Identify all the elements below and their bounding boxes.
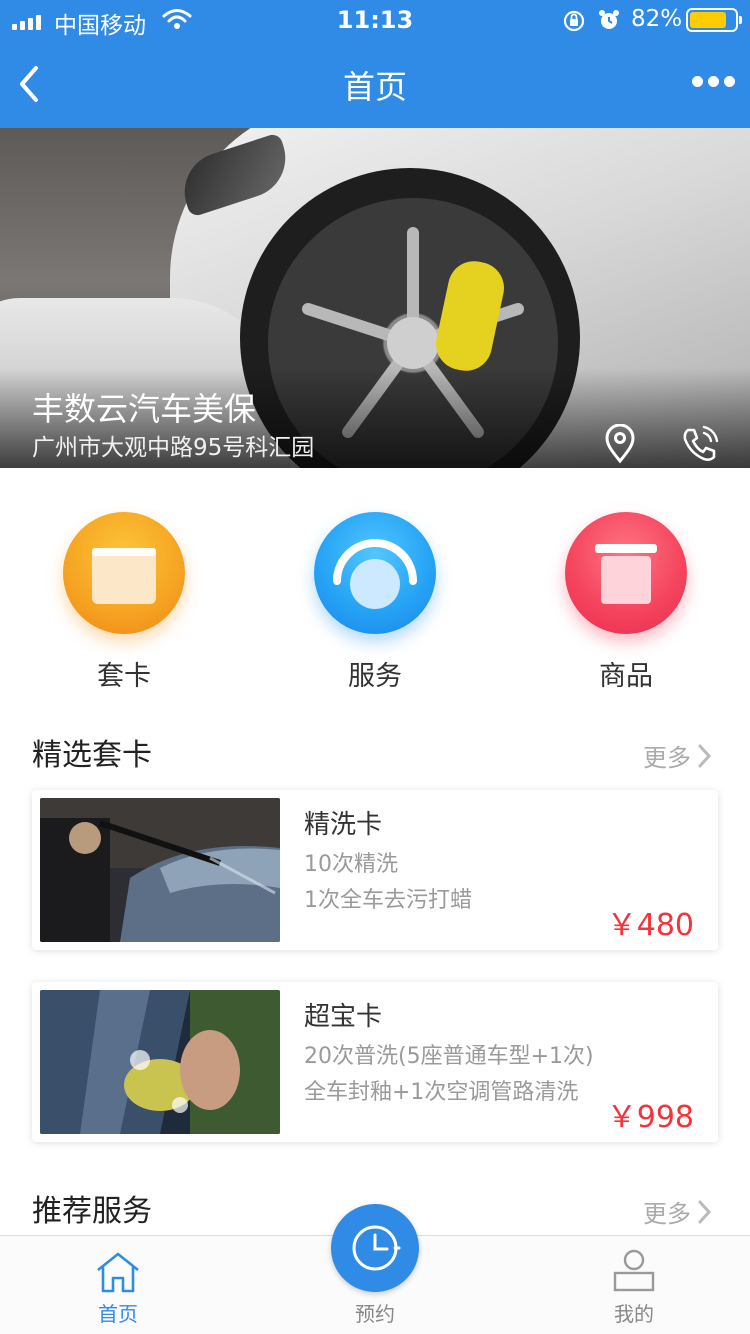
more-label: 更多 [643,1200,691,1228]
package-card[interactable]: 精洗卡 10次精洗 1次全车去污打蜡 ￥480 [32,790,718,950]
service-gauge-icon [314,512,436,634]
tab-label: 预约 [355,1302,395,1326]
location-pin-icon[interactable] [600,424,640,464]
tab-mine[interactable]: 我的 [574,1236,694,1334]
card-detail-2: 全车封釉+1次空调管路清洗 [304,1080,579,1105]
home-icon [97,1252,139,1293]
package-card[interactable]: 超宝卡 20次普洗(5座普通车型+1次) 全车封釉+1次空调管路清洗 ￥998 [32,982,718,1142]
more-button[interactable] [692,76,735,87]
status-bar: 中国移动 11:13 82% [0,0,750,40]
battery-percent: 82% [631,6,683,32]
more-dots-icon [692,76,703,87]
more-label: 更多 [643,744,691,772]
alarm-icon [599,10,619,29]
car-sponge-photo [40,990,280,1134]
user-icon [613,1249,655,1292]
nav-bar: 首页 [0,40,750,128]
featured-more-link[interactable]: 更多 [643,738,713,773]
battery-icon [686,8,742,32]
shop-address: 广州市大观中路95号科汇园 [32,435,315,461]
rotation-lock-icon [563,10,585,32]
section-title-recommended: 推荐服务 [32,1194,152,1229]
shop-name: 丰数云汽车美保 [32,390,257,428]
tab-home[interactable]: 首页 [58,1236,178,1334]
category-cards[interactable]: 套卡 [60,512,188,693]
page-title: 首页 [342,68,407,106]
trash-box-icon [565,512,687,634]
chevron-right-icon [698,1200,712,1223]
clock-icon [352,1225,401,1271]
card-name: 精洗卡 [304,810,383,840]
car-wash-photo [40,798,280,942]
tab-label: 首页 [98,1302,138,1326]
booking-fab[interactable] [331,1204,419,1292]
card-name: 超宝卡 [304,1002,383,1032]
card-price: ￥480 [606,908,694,943]
card-icon [63,512,185,634]
card-detail-1: 20次普洗(5座普通车型+1次) [304,1044,594,1069]
header: 中国移动 11:13 82% 首页 [0,0,750,128]
card-detail-2: 1次全车去污打蜡 [304,888,472,913]
tab-label: 我的 [614,1302,654,1326]
category-products[interactable]: 商品 [562,512,690,693]
battery-fill [690,12,726,28]
card-price: ￥998 [606,1100,694,1135]
category-label: 服务 [348,661,402,692]
phone-icon[interactable] [680,424,720,464]
category-services[interactable]: 服务 [311,512,439,693]
chevron-right-icon [698,744,712,767]
category-label: 套卡 [97,661,151,692]
category-label: 商品 [599,661,653,692]
card-detail-1: 10次精洗 [304,852,398,877]
section-title-featured: 精选套卡 [32,738,152,773]
recommended-more-link[interactable]: 更多 [643,1194,713,1229]
